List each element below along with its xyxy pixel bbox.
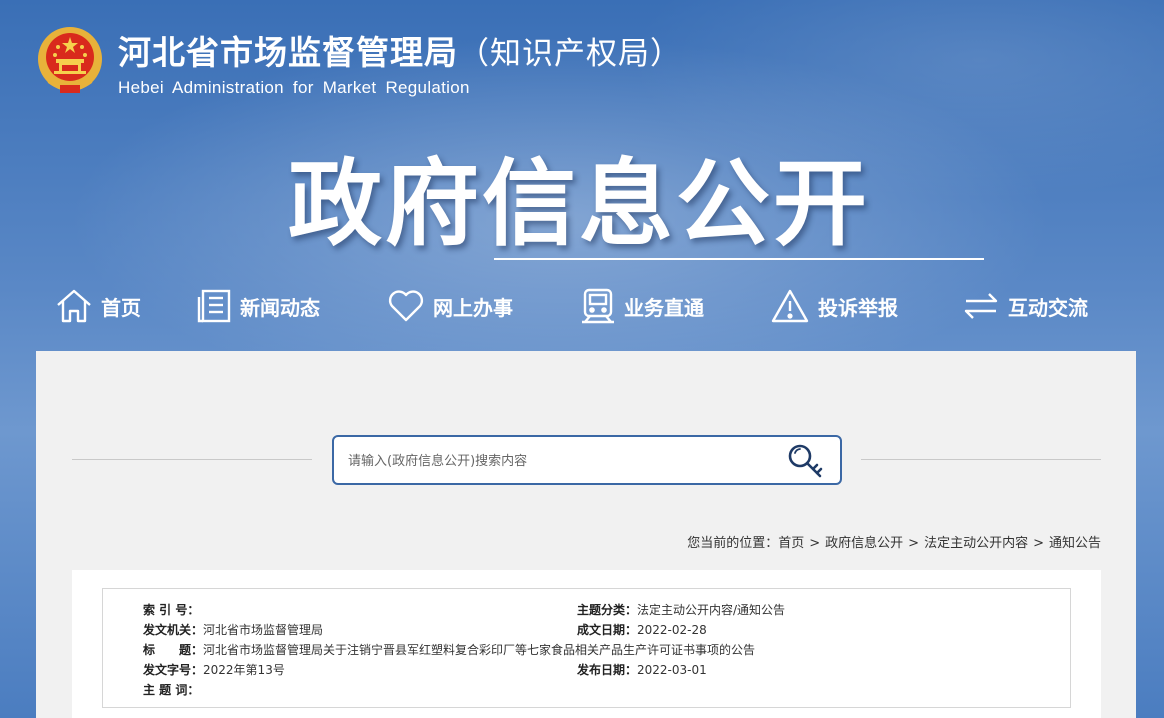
breadcrumb: 您当前的位置：首页 > 政府信息公开 > 法定主动公开内容 > 通知公告 xyxy=(687,532,1101,551)
nav-item-online-service[interactable]: 网上办事 xyxy=(387,283,513,329)
index-no-label: 索 引 号： xyxy=(143,603,200,617)
info-row-topic: 主题分类：法定主动公开内容/通知公告 xyxy=(577,601,785,618)
nav-label-business: 业务直通 xyxy=(624,295,704,320)
date-value: 2022-02-28 xyxy=(637,623,707,637)
info-row-issuer: 发文机关：河北省市场监督管理局 xyxy=(143,621,323,638)
site-subtitle-en: Hebei Administration for Market Regulati… xyxy=(118,78,470,97)
nav-label-news: 新闻动态 xyxy=(240,295,320,320)
issuer-label: 发文机关： xyxy=(143,623,204,637)
nav-label-online-service: 网上办事 xyxy=(433,295,513,320)
topic-label: 主题分类： xyxy=(577,603,638,617)
nav-item-business[interactable]: 业务直通 xyxy=(580,283,704,329)
breadcrumb-separator: > xyxy=(908,536,920,551)
breadcrumb-separator: > xyxy=(1033,536,1044,551)
title-label: 标 题： xyxy=(143,643,204,657)
main-nav: 首页 新闻动态 网上办事 业务直通 投诉举报 互动交流 xyxy=(0,283,1164,329)
info-row-date: 成文日期：2022-02-28 xyxy=(577,621,707,638)
home-icon xyxy=(55,288,93,324)
search-key-icon xyxy=(786,444,828,484)
doc-no-value: 2022年第13号 xyxy=(203,663,285,677)
breadcrumb-link-gov-info[interactable]: 政府信息公开 xyxy=(825,536,903,551)
site-title: 河北省市场监督管理局（知识产权局） xyxy=(118,26,682,74)
info-row-doc-no: 发文字号：2022年第13号 xyxy=(143,661,285,678)
topic-value: 法定主动公开内容/通知公告 xyxy=(637,603,786,617)
nav-label-complaint: 投诉举报 xyxy=(818,295,898,320)
exchange-icon xyxy=(962,288,1000,324)
site-title-main: 河北省市场监督管理局 xyxy=(118,33,458,72)
banner-divider xyxy=(494,258,984,260)
breadcrumb-link-statutory[interactable]: 法定主动公开内容 xyxy=(924,536,1028,551)
national-emblem-icon xyxy=(36,25,104,97)
breadcrumb-separator: > xyxy=(809,536,821,551)
nav-label-interaction: 互动交流 xyxy=(1008,295,1088,320)
info-row-publish: 发布日期：2022-03-01 xyxy=(577,661,707,678)
breadcrumb-link-notice[interactable]: 通知公告 xyxy=(1049,536,1101,551)
nav-item-news[interactable]: 新闻动态 xyxy=(196,283,320,329)
issuer-value: 河北省市场监督管理局 xyxy=(203,623,324,637)
site-title-sub: （知识产权局） xyxy=(458,36,682,72)
doc-no-label: 发文字号： xyxy=(143,663,204,677)
heart-icon xyxy=(387,288,425,324)
breadcrumb-prefix: 您当前的位置： xyxy=(687,536,779,551)
search-input[interactable] xyxy=(348,449,768,473)
page-banner-title: 政府信息公开 xyxy=(288,150,871,259)
nav-item-complaint[interactable]: 投诉举报 xyxy=(770,283,898,329)
train-icon xyxy=(580,287,616,325)
search-button[interactable] xyxy=(786,442,828,480)
keywords-label: 主 题 词： xyxy=(143,683,200,697)
nav-item-interaction[interactable]: 互动交流 xyxy=(962,283,1088,329)
document-info-box: 索 引 号： 主题分类：法定主动公开内容/通知公告 发文机关：河北省市场监督管理… xyxy=(102,588,1071,708)
publish-value: 2022-03-01 xyxy=(637,663,707,677)
search-box xyxy=(332,435,842,485)
news-icon xyxy=(196,288,232,324)
info-row-title: 标 题：河北省市场监督管理局关于注销宁晋县军红塑料复合彩印厂等七家食品相关产品生… xyxy=(143,641,755,658)
nav-item-home[interactable]: 首页 xyxy=(55,283,141,329)
warning-icon xyxy=(770,288,810,324)
title-value: 河北省市场监督管理局关于注销宁晋县军红塑料复合彩印厂等七家食品相关产品生产许可证… xyxy=(203,643,756,657)
info-row-index: 索 引 号： xyxy=(143,601,199,618)
breadcrumb-link-home[interactable]: 首页 xyxy=(778,536,804,551)
search-divider-left xyxy=(72,459,312,460)
nav-label-home: 首页 xyxy=(101,295,141,320)
search-divider-right xyxy=(861,459,1101,460)
info-row-keywords: 主 题 词： xyxy=(143,681,199,698)
publish-label: 发布日期： xyxy=(577,663,638,677)
date-label: 成文日期： xyxy=(577,623,638,637)
